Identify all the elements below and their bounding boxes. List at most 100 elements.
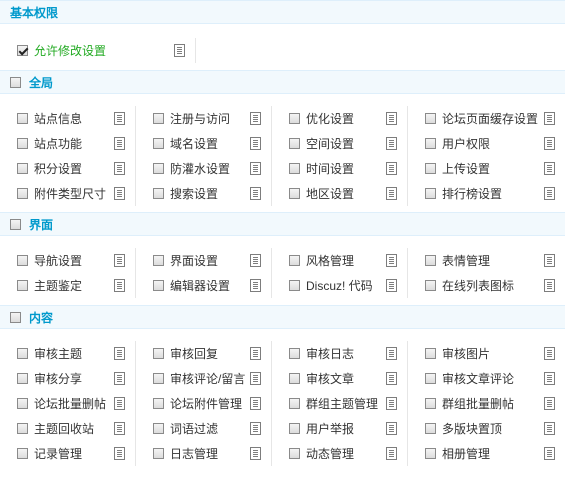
- permission-item[interactable]: 群组批量删帖: [408, 391, 565, 416]
- permission-item[interactable]: 表情管理: [408, 248, 565, 273]
- document-icon[interactable]: [250, 447, 261, 460]
- permission-item[interactable]: 记录管理: [0, 441, 136, 466]
- permission-item[interactable]: 时间设置: [272, 156, 408, 181]
- document-icon[interactable]: [250, 422, 261, 435]
- checkbox-icon[interactable]: [425, 163, 436, 174]
- document-icon[interactable]: [386, 447, 397, 460]
- checkbox-icon[interactable]: [425, 280, 436, 291]
- permission-item[interactable]: 地区设置: [272, 181, 408, 206]
- document-icon[interactable]: [386, 372, 397, 385]
- document-icon[interactable]: [544, 187, 555, 200]
- perm-allow-modify-settings[interactable]: 允许修改设置: [0, 38, 196, 63]
- permission-item[interactable]: 主题回收站: [0, 416, 136, 441]
- permission-item[interactable]: 搜索设置: [136, 181, 272, 206]
- permission-item[interactable]: 附件类型尺寸: [0, 181, 136, 206]
- document-icon[interactable]: [544, 372, 555, 385]
- checkbox-icon[interactable]: [153, 113, 164, 124]
- permission-item[interactable]: 空间设置: [272, 131, 408, 156]
- checkbox-icon[interactable]: [153, 348, 164, 359]
- checkbox-icon[interactable]: [289, 255, 300, 266]
- document-icon[interactable]: [250, 279, 261, 292]
- document-icon[interactable]: [544, 162, 555, 175]
- permission-item[interactable]: 动态管理: [272, 441, 408, 466]
- permission-item[interactable]: 用户权限: [408, 131, 565, 156]
- document-icon[interactable]: [250, 347, 261, 360]
- checkbox-icon[interactable]: [425, 423, 436, 434]
- permission-item[interactable]: 注册与访问: [136, 106, 272, 131]
- checkbox-icon[interactable]: [10, 218, 21, 230]
- checkbox-icon[interactable]: [289, 423, 300, 434]
- document-icon[interactable]: [386, 187, 397, 200]
- permission-item[interactable]: 审核分享: [0, 366, 136, 391]
- checkbox-icon[interactable]: [425, 448, 436, 459]
- permission-item[interactable]: 论坛页面缓存设置: [408, 106, 565, 131]
- permission-item[interactable]: Discuz! 代码: [272, 273, 408, 298]
- document-icon[interactable]: [114, 254, 125, 267]
- permission-item[interactable]: 导航设置: [0, 248, 136, 273]
- permission-item[interactable]: 论坛附件管理: [136, 391, 272, 416]
- document-icon[interactable]: [544, 447, 555, 460]
- checkbox-icon[interactable]: [153, 373, 164, 384]
- permission-item[interactable]: 多版块置顶: [408, 416, 565, 441]
- document-icon[interactable]: [250, 137, 261, 150]
- checkbox-icon[interactable]: [153, 255, 164, 266]
- checkbox-icon[interactable]: [17, 348, 28, 359]
- document-icon[interactable]: [114, 162, 125, 175]
- permission-item[interactable]: 审核日志: [272, 341, 408, 366]
- document-icon[interactable]: [544, 347, 555, 360]
- permission-item[interactable]: 编辑器设置: [136, 273, 272, 298]
- permission-item[interactable]: 界面设置: [136, 248, 272, 273]
- checkbox-icon[interactable]: [425, 398, 436, 409]
- document-icon[interactable]: [114, 347, 125, 360]
- checkbox-icon[interactable]: [153, 423, 164, 434]
- checkbox-icon[interactable]: [153, 188, 164, 199]
- permission-item[interactable]: 域名设置: [136, 131, 272, 156]
- document-icon[interactable]: [114, 372, 125, 385]
- document-icon[interactable]: [250, 397, 261, 410]
- checkbox-icon[interactable]: [289, 138, 300, 149]
- checkbox-icon[interactable]: [17, 138, 28, 149]
- checkbox-icon[interactable]: [425, 255, 436, 266]
- checkbox-icon[interactable]: [10, 76, 21, 88]
- permission-item[interactable]: 群组主题管理: [272, 391, 408, 416]
- checkbox-icon[interactable]: [289, 163, 300, 174]
- document-icon[interactable]: [114, 279, 125, 292]
- permission-item[interactable]: 防灌水设置: [136, 156, 272, 181]
- permission-item[interactable]: 用户举报: [272, 416, 408, 441]
- checkbox-icon[interactable]: [17, 163, 28, 174]
- document-icon[interactable]: [544, 137, 555, 150]
- document-icon[interactable]: [174, 44, 185, 57]
- permission-item[interactable]: 积分设置: [0, 156, 136, 181]
- checkbox-icon[interactable]: [17, 113, 28, 124]
- checkbox-icon[interactable]: [289, 448, 300, 459]
- checkbox-icon[interactable]: [425, 373, 436, 384]
- permission-item[interactable]: 站点信息: [0, 106, 136, 131]
- document-icon[interactable]: [386, 254, 397, 267]
- document-icon[interactable]: [114, 422, 125, 435]
- document-icon[interactable]: [544, 112, 555, 125]
- checkbox-icon[interactable]: [153, 138, 164, 149]
- checkbox-icon[interactable]: [10, 311, 21, 323]
- checkbox-icon[interactable]: [425, 138, 436, 149]
- checkbox-icon[interactable]: [153, 280, 164, 291]
- document-icon[interactable]: [250, 162, 261, 175]
- checkbox-icon[interactable]: [425, 348, 436, 359]
- document-icon[interactable]: [386, 347, 397, 360]
- checkbox-icon[interactable]: [17, 280, 28, 291]
- checkbox-icon[interactable]: [289, 348, 300, 359]
- permission-item[interactable]: 审核文章评论: [408, 366, 565, 391]
- checkbox-icon[interactable]: [153, 398, 164, 409]
- checkbox-icon[interactable]: [425, 113, 436, 124]
- document-icon[interactable]: [386, 279, 397, 292]
- permission-item[interactable]: 审核评论/留言: [136, 366, 272, 391]
- permission-item[interactable]: 审核回复: [136, 341, 272, 366]
- checkbox-icon[interactable]: [289, 373, 300, 384]
- permission-item[interactable]: 审核图片: [408, 341, 565, 366]
- permission-item[interactable]: 主题鉴定: [0, 273, 136, 298]
- document-icon[interactable]: [544, 397, 555, 410]
- document-icon[interactable]: [250, 372, 261, 385]
- document-icon[interactable]: [114, 187, 125, 200]
- permission-item[interactable]: 词语过滤: [136, 416, 272, 441]
- checkbox-icon[interactable]: [17, 373, 28, 384]
- checkbox-icon[interactable]: [153, 448, 164, 459]
